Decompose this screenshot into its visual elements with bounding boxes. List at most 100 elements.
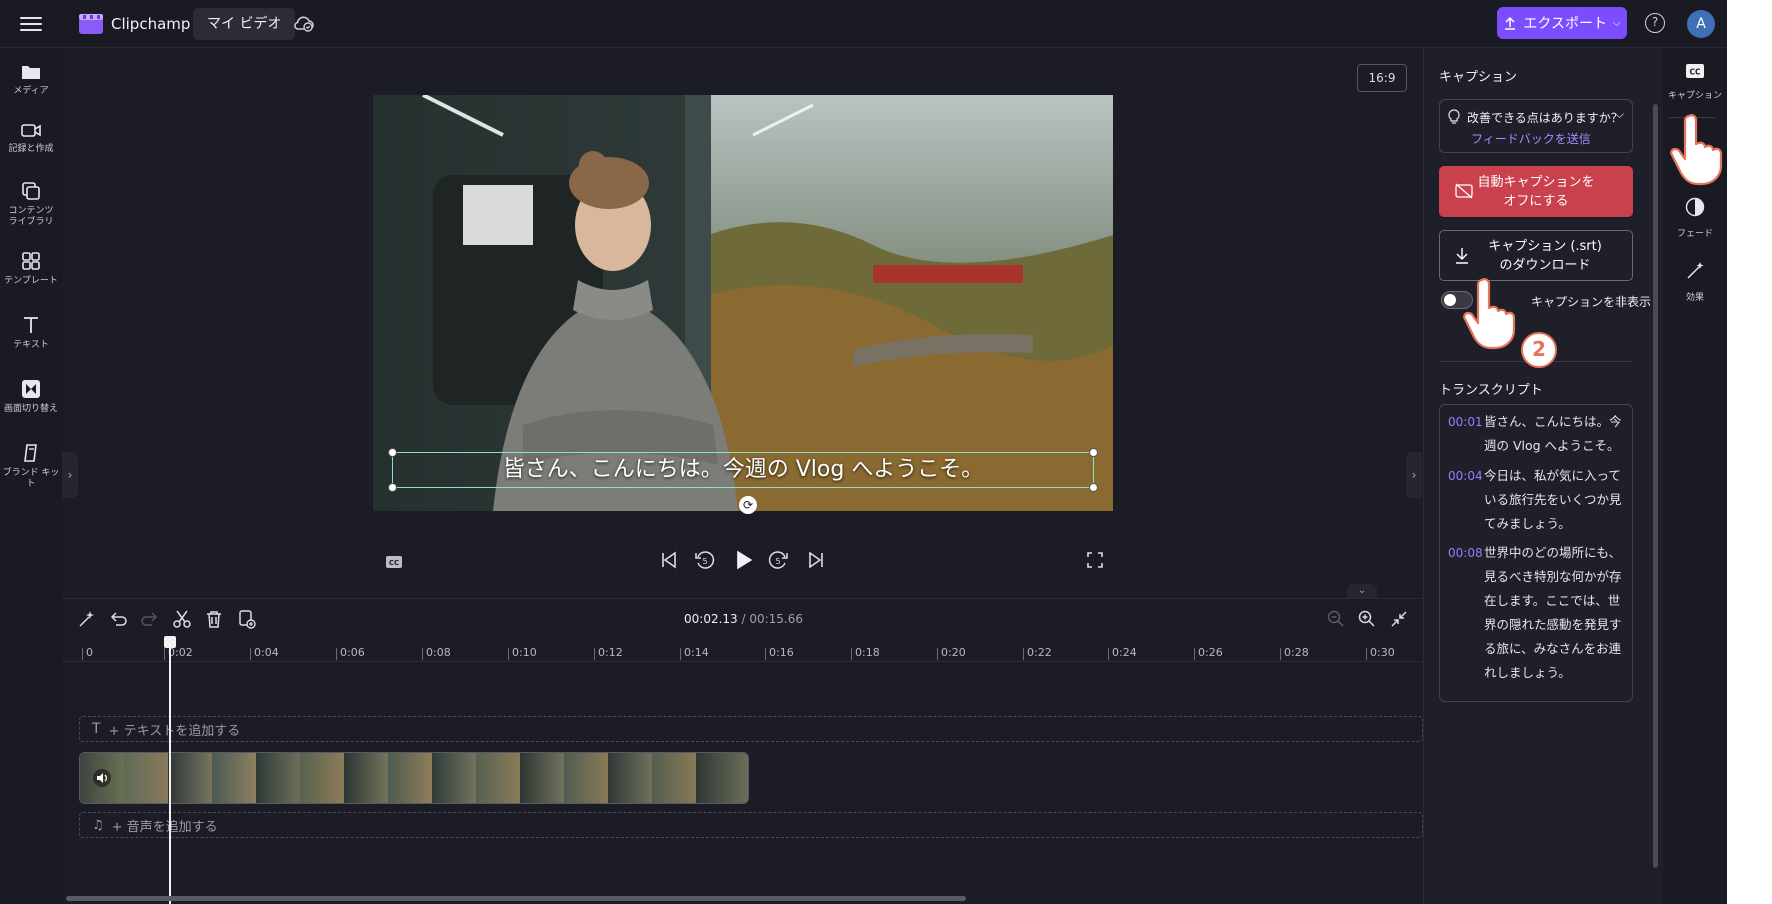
transcript-entry[interactable]: 00:08世界中のどの場所にも、見るべき特別な何かが存在します。ここでは、世界の…: [1448, 541, 1628, 685]
resize-handle[interactable]: [1089, 448, 1098, 457]
delete-icon[interactable]: [203, 608, 225, 630]
ruler-tick: 0:18: [851, 646, 880, 660]
collapse-timeline-button[interactable]: ⌄: [1347, 584, 1377, 598]
clip-thumbnail: [168, 753, 212, 803]
zoom-out-icon[interactable]: [1325, 608, 1347, 630]
skip-to-start-icon[interactable]: [657, 548, 681, 572]
turn-off-auto-captions-button[interactable]: 自動キャプションを オフにする: [1439, 166, 1633, 217]
transcript-text[interactable]: 皆さん、こんにちは。今週の Vlog へようこそ。: [1484, 410, 1626, 458]
play-icon[interactable]: [729, 546, 757, 574]
sidebar-item-label: 画面切り替え: [3, 404, 58, 414]
ruler-tick: 0:28: [1280, 646, 1309, 660]
clip-thumbnail: [520, 753, 564, 803]
ruler-tick: 0:04: [250, 646, 279, 660]
sidebar-item-label: テキスト: [13, 340, 49, 350]
ruler-tick: 0:26: [1194, 646, 1223, 660]
sidebar-item-transitions[interactable]: 画面切り替え: [0, 378, 62, 415]
app-name: Clipchamp: [111, 15, 191, 33]
sidebar-item-label: コンテンツ: [8, 206, 54, 216]
resize-handle[interactable]: [388, 448, 397, 457]
sidebar-item-templates[interactable]: テンプレート: [0, 250, 62, 287]
sidebar-item-record[interactable]: 記録と作成: [0, 120, 62, 155]
clipchamp-editor: Clipchamp マイ ビデオ エクスポート ⌵ ? A メディア 記録と作成…: [0, 0, 1727, 904]
pointer-hand-icon: [1463, 278, 1516, 350]
help-icon[interactable]: ?: [1645, 13, 1665, 33]
rotate-handle[interactable]: ⟳: [739, 496, 757, 514]
skip-to-end-icon[interactable]: [804, 548, 828, 572]
export-label: エクスポート: [1523, 16, 1607, 32]
transcript-timestamp[interactable]: 00:04: [1448, 464, 1484, 488]
redo-icon[interactable]: [139, 608, 161, 630]
current-time: 00:02.13: [684, 612, 738, 626]
caption-text-box[interactable]: 皆さん、こんにちは。今週の Vlog へようこそ。: [388, 448, 1098, 492]
effects-icon: [1687, 262, 1704, 279]
clip-thumbnail: [344, 753, 388, 803]
aspect-ratio-button[interactable]: 16:9: [1357, 64, 1407, 92]
send-feedback-link[interactable]: フィードバックを送信: [1471, 130, 1591, 147]
toggle-knob: [1444, 294, 1456, 306]
ruler-tick: 0:30: [1366, 646, 1395, 660]
cc-toggle-icon[interactable]: CC: [382, 550, 406, 574]
resize-handle[interactable]: [1089, 483, 1098, 492]
pointer-hand-icon: [1670, 114, 1723, 186]
sidebar-item-label: テンプレート: [4, 276, 58, 286]
playhead[interactable]: [169, 640, 171, 904]
video-preview[interactable]: [373, 95, 1113, 511]
timecode: 00:02.13 / 00:15.66: [684, 612, 803, 626]
chevron-down-icon[interactable]: ⌵: [1615, 107, 1624, 122]
split-scissors-icon[interactable]: [171, 608, 193, 630]
sidebar-item-content-library[interactable]: コンテンツ ライブラリ: [0, 180, 62, 228]
rail-item-captions[interactable]: CC キャプション: [1663, 62, 1727, 102]
panel-title: キャプション: [1439, 70, 1518, 85]
forward-5s-icon[interactable]: 5: [767, 548, 791, 572]
sidebar-item-text[interactable]: テキスト: [0, 314, 62, 351]
add-audio-track[interactable]: ♫ + 音声を追加する: [79, 812, 1423, 838]
time-separator: /: [737, 612, 750, 626]
clip-thumbnail: [476, 753, 520, 803]
transcript-timestamp[interactable]: 00:01: [1448, 410, 1484, 434]
ruler-tick: 0: [82, 646, 93, 660]
avatar[interactable]: A: [1687, 10, 1715, 38]
button-label-line2: のダウンロード: [1499, 258, 1591, 273]
rewind-5s-icon[interactable]: 5: [692, 548, 716, 572]
magic-edit-icon[interactable]: [76, 608, 98, 630]
clip-thumbnail: [608, 753, 652, 803]
video-clip[interactable]: [79, 752, 749, 804]
cloud-sync-icon[interactable]: [292, 12, 316, 36]
rail-item-fade[interactable]: フェード: [1663, 196, 1727, 240]
sidebar-item-brand-kit[interactable]: ブランド キット: [0, 442, 62, 490]
speaker-icon[interactable]: [92, 768, 112, 788]
content-library-icon: [22, 182, 40, 200]
clip-thumbnail: [432, 753, 476, 803]
add-text-track[interactable]: T + テキストを追加する: [79, 716, 1423, 742]
templates-icon: [22, 252, 40, 270]
zoom-in-icon[interactable]: [1356, 608, 1378, 630]
panel-vertical-scrollbar[interactable]: [1653, 104, 1658, 868]
transcript-text[interactable]: 世界中のどの場所にも、見るべき特別な何かが存在します。ここでは、世界の隠れた感動…: [1484, 541, 1626, 685]
export-button[interactable]: エクスポート ⌵: [1497, 7, 1627, 39]
project-title-button[interactable]: マイ ビデオ: [193, 8, 296, 40]
sidebar-item-label-line2: ライブラリ: [8, 217, 54, 227]
add-audio-label: + 音声を追加する: [111, 819, 218, 835]
transcript-text[interactable]: 今日は、私が気に入っている旅行先をいくつか見てみましょう。: [1484, 464, 1626, 536]
timeline-horizontal-scrollbar[interactable]: [66, 896, 966, 901]
clip-thumbnail: [124, 753, 168, 803]
menu-icon[interactable]: [18, 13, 44, 35]
undo-icon[interactable]: [107, 608, 129, 630]
collapse-right-panel-button[interactable]: ›: [1406, 452, 1422, 498]
transcript-entry[interactable]: 00:01皆さん、こんにちは。今週の Vlog へようこそ。: [1448, 410, 1628, 458]
resize-handle[interactable]: [388, 483, 397, 492]
video-frame-image: [373, 95, 1113, 511]
fit-timeline-icon[interactable]: [1388, 608, 1410, 630]
timeline-ruler[interactable]: 0 0:02 0:04 0:06 0:08 0:10 0:12 0:14 0:1…: [62, 640, 1423, 662]
rail-item-effects[interactable]: 効果: [1663, 260, 1727, 304]
duplicate-icon[interactable]: [236, 608, 258, 630]
cc-icon: CC: [1686, 64, 1704, 78]
fullscreen-icon[interactable]: [1083, 548, 1107, 572]
text-icon: [24, 317, 38, 333]
sidebar-item-media[interactable]: メディア: [0, 62, 62, 97]
collapse-left-panel-button[interactable]: ›: [62, 452, 78, 498]
rail-item-label: 効果: [1685, 293, 1704, 303]
transcript-timestamp[interactable]: 00:08: [1448, 541, 1484, 565]
transcript-entry[interactable]: 00:04今日は、私が気に入っている旅行先をいくつか見てみましょう。: [1448, 464, 1628, 536]
